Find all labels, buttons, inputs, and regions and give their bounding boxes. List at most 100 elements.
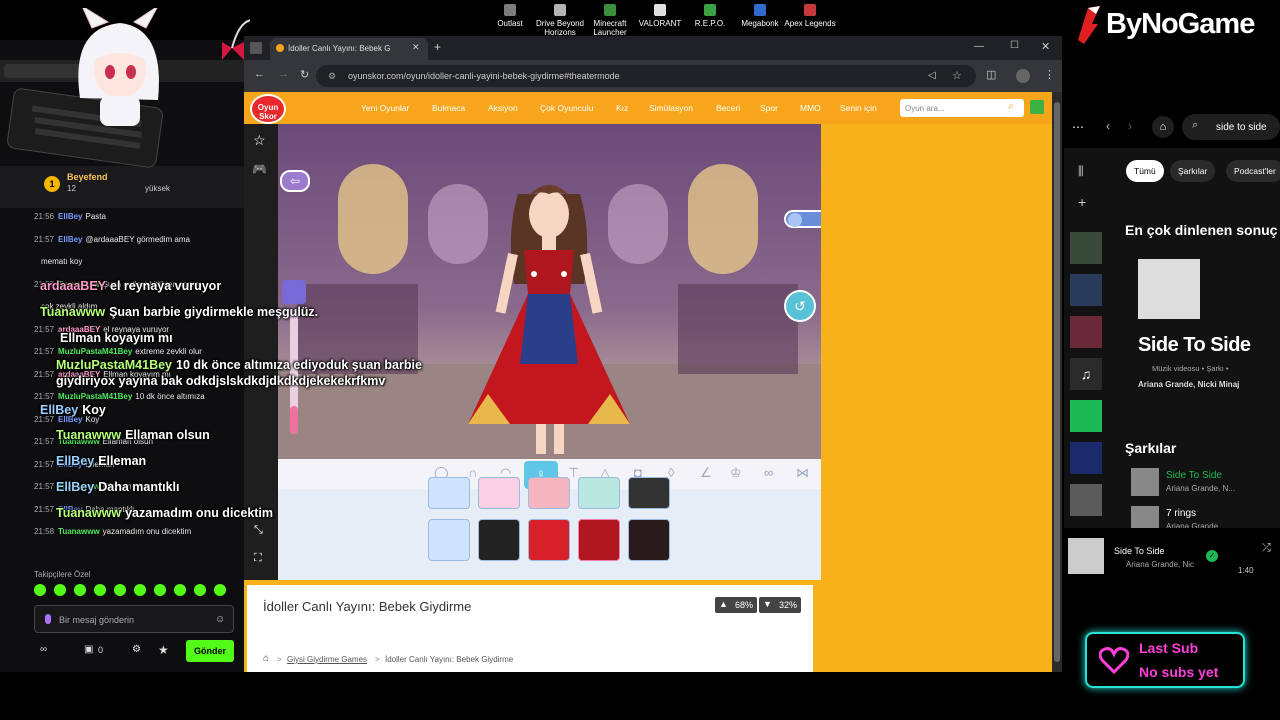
nav-back-icon[interactable]: ‹ — [1106, 119, 1110, 133]
dress-tile[interactable] — [628, 519, 670, 561]
new-tab-icon[interactable]: + — [434, 40, 441, 54]
nav-item[interactable]: Simülasyon — [649, 103, 693, 113]
nav-forward-icon[interactable]: › — [1128, 119, 1132, 133]
collapse-icon[interactable]: ⤡ — [254, 524, 263, 537]
dress-tile[interactable] — [428, 477, 470, 509]
song-title[interactable]: Side To Side — [1166, 470, 1222, 481]
more-icon[interactable]: ⋯ — [1072, 120, 1084, 134]
hair-icon[interactable]: ∩ — [468, 465, 477, 480]
dislike-button[interactable]: ▼ 32% — [759, 597, 801, 613]
song-title[interactable]: 7 rings — [1166, 508, 1196, 519]
message-user[interactable]: EllBey — [58, 212, 82, 221]
message-user[interactable]: EllBey — [58, 235, 82, 244]
search-icon[interactable]: ⌕ — [1008, 101, 1014, 112]
dress-tile[interactable] — [628, 477, 670, 509]
top-result-art[interactable] — [1138, 259, 1200, 319]
bookmark-star-icon[interactable]: ☆ — [952, 69, 962, 82]
library-item[interactable] — [1070, 442, 1102, 474]
reload-icon[interactable]: ↻ — [300, 68, 309, 81]
menu-icon[interactable]: ⋮ — [1044, 68, 1055, 81]
page-scrollbar[interactable] — [1052, 92, 1062, 672]
message-user[interactable]: MuzluPastaM41Bey — [58, 347, 132, 356]
nav-item[interactable]: Beceri — [716, 103, 740, 113]
settings-icon[interactable]: ⚙ — [132, 644, 141, 655]
home-icon[interactable]: ⌂ — [1152, 116, 1174, 138]
emoji-icon[interactable]: ☺ — [215, 614, 225, 625]
scrollbar-thumb[interactable] — [1054, 102, 1060, 662]
saved-check-icon[interactable]: ✓ — [1206, 550, 1218, 562]
filter-chip[interactable]: Tümü — [1126, 160, 1164, 182]
now-playing-title[interactable]: Side To Side — [1114, 546, 1164, 556]
game-search-input[interactable]: Oyun ara... ⌕ — [900, 99, 1024, 117]
emote-picker-icon[interactable]: ★ — [158, 643, 169, 657]
wings-icon[interactable]: ⋈ — [796, 465, 809, 481]
gamepad-icon[interactable]: 🎮 — [252, 162, 267, 176]
nav-item[interactable]: Aksiyon — [488, 103, 518, 113]
dress-tile[interactable] — [478, 519, 520, 561]
nav-item[interactable]: Senin için — [840, 103, 877, 113]
nav-item[interactable]: Kız — [616, 103, 628, 113]
favorite-star-icon[interactable]: ☆ — [253, 132, 266, 149]
fullscreen-icon[interactable]: ⛶ — [254, 552, 262, 565]
desktop-icon[interactable]: Apex Legends — [780, 4, 840, 28]
maximize-icon[interactable]: ☐ — [1010, 40, 1019, 51]
song-artist[interactable]: Ariana Grande, N... — [1166, 484, 1235, 493]
reset-icon[interactable]: ↺ — [784, 290, 816, 322]
dress-tile[interactable] — [528, 477, 570, 509]
like-button[interactable]: ▲ 68% — [715, 597, 757, 613]
points-icon[interactable]: ∞ — [40, 644, 47, 655]
nav-item[interactable]: Bulmaca — [432, 103, 465, 113]
send-button[interactable]: Gönder — [186, 640, 234, 662]
library-item[interactable] — [1070, 484, 1102, 516]
nav-item[interactable]: Çok Oyunculu — [540, 103, 593, 113]
now-playing-art[interactable] — [1068, 538, 1104, 574]
back-arrow-icon[interactable]: ⇦ — [280, 170, 310, 192]
breadcrumb-category[interactable]: Giysi Giydirme Games — [287, 655, 367, 664]
address-bar[interactable]: ⚙ oyunskor.com/oyun/idoller-canli-yayini… — [316, 65, 976, 87]
shuffle-icon[interactable]: ⤮ — [1262, 542, 1271, 555]
minimize-icon[interactable]: — — [974, 41, 984, 52]
gift-box-icon[interactable] — [282, 280, 306, 304]
tab-active[interactable]: İdoller Canlı Yayını: Bebek G — [270, 38, 428, 60]
dress-tile[interactable] — [528, 519, 570, 561]
tab-close-icon[interactable]: ✕ — [412, 42, 420, 53]
spotify-search[interactable]: ⌕ side to side — [1182, 114, 1280, 140]
mic-icon[interactable] — [45, 614, 51, 624]
extensions-icon[interactable]: ◫ — [986, 68, 996, 81]
message-user[interactable]: MuzluPastaM41Bey — [58, 392, 132, 401]
gift-icon[interactable]: ▣ — [84, 644, 93, 655]
user-icon[interactable] — [1030, 100, 1044, 114]
profile-avatar[interactable] — [1016, 69, 1030, 83]
mask-icon[interactable]: ∞ — [764, 465, 773, 480]
song-art[interactable] — [1131, 468, 1159, 496]
library-item[interactable] — [1070, 274, 1102, 306]
library-item[interactable] — [1070, 316, 1102, 348]
dress-tile[interactable] — [478, 477, 520, 509]
dress-tile[interactable] — [428, 519, 470, 561]
chat-input[interactable]: Bir mesaj gönderin ☺ — [34, 605, 234, 633]
top-result-artists[interactable]: Ariana Grande, Nicki Minaj — [1138, 380, 1239, 389]
crown-icon[interactable]: ♔ — [730, 465, 742, 481]
game-canvas[interactable]: ⇦ ↺ 135 ◯ ∩ ◠ ♀ ⊤ △ ◘ ◊ ∠ ♔ — [278, 124, 821, 580]
shoe-icon[interactable]: ∠ — [700, 465, 712, 481]
nav-item[interactable]: MMO — [800, 103, 821, 113]
filter-chip[interactable]: Podcast'ler — [1226, 160, 1280, 182]
now-playing-artist[interactable]: Ariana Grande, Nic — [1126, 560, 1194, 569]
tab-search-icon[interactable] — [250, 42, 262, 54]
dress-tile-selected[interactable] — [578, 519, 620, 561]
back-icon[interactable]: ← — [254, 68, 265, 80]
emote-bar[interactable] — [34, 584, 234, 600]
mute-icon[interactable]: ◁ — [928, 70, 936, 81]
filter-chip[interactable]: Şarkılar — [1170, 160, 1216, 182]
message-user[interactable]: Tuanawww — [58, 527, 100, 536]
liked-songs-icon[interactable] — [1070, 400, 1102, 432]
add-icon[interactable]: + — [1078, 194, 1086, 210]
top-result-title[interactable]: Side To Side — [1138, 334, 1251, 357]
dress-tile[interactable] — [578, 477, 620, 509]
site-info-icon[interactable]: ⚙ — [328, 71, 336, 82]
close-window-icon[interactable]: ✕ — [1041, 40, 1050, 53]
nav-item[interactable]: Yeni Oyunlar — [361, 103, 409, 113]
music-note-icon[interactable]: ♫ — [1070, 358, 1102, 390]
home-icon[interactable]: ⌂ — [263, 653, 269, 664]
library-icon[interactable]: ⫼ — [1078, 164, 1084, 179]
